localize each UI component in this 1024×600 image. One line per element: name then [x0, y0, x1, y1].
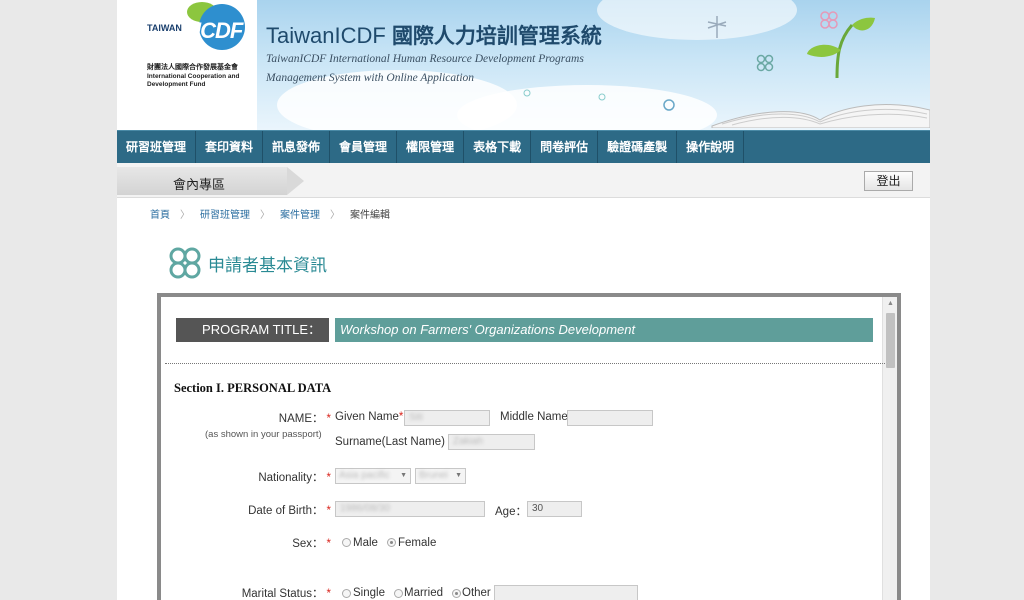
- breadcrumb-case-management-link[interactable]: 案件管理: [280, 206, 320, 221]
- given-name-label: Given Name*: [335, 411, 403, 423]
- member-bar: 會內專區 登出: [117, 163, 930, 198]
- required-mark: *: [326, 505, 331, 517]
- marital-other-input[interactable]: [494, 585, 638, 600]
- open-book-icon: [711, 104, 930, 128]
- age-label: Age：: [495, 506, 527, 518]
- dob-label: Date of Birth： *: [221, 502, 331, 518]
- name-label-text: NAME：: [278, 413, 324, 425]
- nav-item-permission-management[interactable]: 權限管理: [397, 131, 465, 164]
- marital-married-radio[interactable]: [394, 589, 403, 598]
- marital-single-radio[interactable]: [342, 589, 351, 598]
- personal-data-heading: Section I. PERSONAL DATA: [174, 381, 332, 395]
- breadcrumb-separator: 〉: [180, 210, 190, 221]
- breadcrumb-home-link[interactable]: 首頁: [150, 206, 170, 221]
- logo-icdf-text: ICDF: [195, 18, 243, 43]
- nav-item-announcements[interactable]: 訊息發佈: [263, 131, 331, 164]
- dotted-divider: [165, 363, 885, 364]
- dob-value: 1986/08/30: [340, 503, 391, 514]
- age-value: 30: [532, 503, 544, 514]
- name-label: NAME： *: [221, 410, 331, 426]
- system-subtitle-1: TaiwanICDF International Human Resource …: [266, 53, 584, 65]
- surname-label-text: Surname(Last Name): [335, 436, 445, 448]
- dropdown-arrow-icon: ▼: [400, 472, 407, 479]
- sex-female-radio[interactable]: [387, 538, 396, 547]
- marital-single-label: Single: [353, 587, 385, 599]
- member-area-tab[interactable]: 會內專區: [117, 167, 304, 195]
- form-scrollbar[interactable]: ▲: [882, 297, 897, 600]
- application-form-frame: ▲ PROGRAM TITLE： Workshop on Farmers' Or…: [157, 293, 901, 600]
- sex-label-text: Sex：: [292, 538, 324, 550]
- marital-married-label: Married: [404, 587, 443, 599]
- age-input[interactable]: 30: [527, 501, 582, 517]
- header-banner: TAIWAN ICDF 財團法人國際合作發展基金會 International …: [117, 0, 930, 130]
- nationality-label-text: Nationality：: [258, 472, 324, 484]
- scroll-up-arrow-icon[interactable]: ▲: [883, 297, 898, 311]
- section-title: 申請者基本資訊: [208, 256, 327, 276]
- middle-name-input[interactable]: [567, 410, 653, 426]
- required-mark: *: [326, 413, 331, 425]
- middle-name-label: Middle Name: [500, 411, 568, 423]
- given-name-input[interactable]: Siti: [404, 410, 490, 426]
- nationality-label: Nationality： *: [221, 469, 331, 485]
- breadcrumb-current: 案件編輯: [350, 210, 390, 221]
- nav-item-member-management[interactable]: 會員管理: [330, 131, 398, 164]
- marital-status-label: Marital Status： *: [201, 585, 331, 600]
- main-nav: 研習班管理 套印資料 訊息發佈 會員管理 權限管理 表格下載 問卷評估 驗證碼產…: [117, 130, 930, 164]
- scroll-thumb[interactable]: [886, 313, 895, 368]
- breadcrumb: 首頁 〉 研習班管理 〉 案件管理 〉 案件編輯: [150, 206, 390, 221]
- required-mark: *: [326, 538, 331, 550]
- nav-item-form-download[interactable]: 表格下載: [464, 131, 532, 164]
- system-subtitle-2: Management System with Online Applicatio…: [266, 72, 475, 84]
- nav-item-verification-code[interactable]: 驗證碼產製: [598, 131, 678, 164]
- nationality-region-select[interactable]: Asia pacific ▼: [335, 468, 411, 484]
- given-name-label-text: Given Name: [335, 411, 399, 423]
- breadcrumb-separator: 〉: [330, 210, 340, 221]
- breadcrumb-course-management-link[interactable]: 研習班管理: [200, 206, 250, 221]
- sex-label: Sex： *: [221, 535, 331, 551]
- nationality-country-value: Brunei: [419, 470, 448, 481]
- nav-item-survey-evaluation[interactable]: 問卷評估: [531, 131, 599, 164]
- required-mark: *: [326, 588, 331, 600]
- sex-female-label: Female: [398, 537, 437, 549]
- dragonfly-icon: [707, 16, 727, 38]
- surname-value: Zakiah: [453, 436, 484, 447]
- marital-status-label-text: Marital Status：: [241, 588, 324, 600]
- bubbles-icon: [523, 89, 675, 111]
- system-title-zh: 國際人力培訓管理系統: [391, 23, 602, 48]
- nav-item-print-data[interactable]: 套印資料: [196, 131, 264, 164]
- nav-item-course-management[interactable]: 研習班管理: [117, 131, 197, 164]
- nationality-region-value: Asia pacific: [339, 470, 390, 481]
- surname-input[interactable]: Zakiah: [448, 434, 535, 450]
- given-name-value: Siti: [409, 412, 423, 423]
- logout-button[interactable]: 登出: [864, 171, 913, 191]
- sex-male-radio[interactable]: [342, 538, 351, 547]
- clover-section-icon: [169, 247, 201, 279]
- dob-label-text: Date of Birth：: [248, 505, 324, 517]
- nav-item-instructions[interactable]: 操作說明: [677, 131, 745, 164]
- member-area-label: 會內專區: [173, 177, 226, 192]
- clover-icon: [820, 11, 838, 29]
- breadcrumb-separator: 〉: [260, 210, 270, 221]
- program-title-label: PROGRAM TITLE：: [176, 318, 329, 342]
- dropdown-arrow-icon: ▼: [455, 472, 462, 479]
- cloud-decoration: [597, 0, 797, 40]
- sex-male-label: Male: [353, 537, 378, 549]
- marital-other-label: Other: [462, 587, 491, 599]
- required-mark: *: [326, 472, 331, 484]
- nationality-country-select[interactable]: Brunei ▼: [415, 468, 466, 484]
- surname-label: Surname(Last Name)*: [335, 436, 452, 448]
- marital-other-radio[interactable]: [452, 589, 461, 598]
- program-title-value: Workshop on Farmers' Organizations Devel…: [335, 318, 873, 342]
- icdf-logo[interactable]: TAIWAN ICDF 財團法人國際合作發展基金會 International …: [117, 0, 257, 130]
- system-title-en: TaiwanICDF: [266, 23, 386, 48]
- page: TAIWAN ICDF 財團法人國際合作發展基金會 International …: [117, 0, 930, 600]
- logo-org-name-zh: 財團法人國際合作發展基金會: [147, 64, 238, 71]
- logo-org-name-en: International Cooperation and Developmen…: [147, 73, 240, 88]
- system-title: TaiwanICDF 國際人力培訓管理系統: [266, 20, 602, 50]
- dob-input[interactable]: 1986/08/30: [335, 501, 485, 517]
- required-mark: *: [398, 411, 404, 423]
- name-note: (as shown in your passport): [205, 429, 322, 440]
- logo-taiwan-text: TAIWAN: [147, 23, 182, 33]
